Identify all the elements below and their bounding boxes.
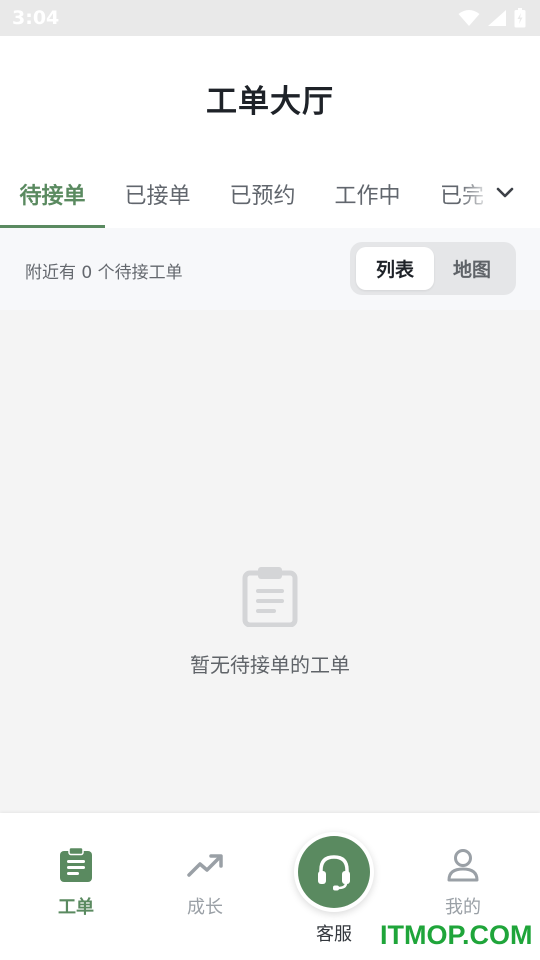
- tabs-expand-button[interactable]: [486, 174, 524, 212]
- clipboard-icon: [60, 847, 92, 882]
- trending-up-icon: [187, 854, 223, 877]
- page-title: 工单大厅: [206, 83, 334, 120]
- customer-service-button[interactable]: [294, 832, 374, 912]
- signal-icon: [488, 10, 506, 26]
- view-map-button[interactable]: 地图: [433, 247, 511, 290]
- nav-label: 成长: [187, 897, 223, 918]
- tab-reserved[interactable]: 已预约: [210, 160, 315, 228]
- customer-service-button-inner: [298, 836, 370, 908]
- nav-label: 工单: [58, 897, 94, 918]
- nav-profile[interactable]: 我的: [418, 847, 508, 919]
- empty-message: 暂无待接单的工单: [190, 653, 350, 677]
- tab-bar: 待接单 已接单 已预约 工作中 已完: [0, 160, 540, 228]
- nav-growth[interactable]: 成长: [160, 847, 250, 919]
- headset-icon: [318, 855, 350, 891]
- watermark-logo: ITMOP.COM: [380, 920, 533, 950]
- tab-accepted[interactable]: 已接单: [105, 160, 210, 228]
- battery-icon: [514, 8, 526, 28]
- tab-in-progress[interactable]: 工作中: [315, 160, 420, 228]
- wifi-icon: [458, 10, 480, 26]
- nav-work-orders[interactable]: 工单: [31, 847, 121, 919]
- user-icon: [447, 849, 479, 882]
- header: 工单大厅: [0, 36, 540, 160]
- clipboard-icon: [242, 567, 298, 627]
- chevron-down-icon: [496, 187, 514, 198]
- empty-state: 暂无待接单的工单: [0, 565, 540, 678]
- filter-bar: 附近有 0 个待接工单 列表 地图: [0, 228, 540, 310]
- status-time: 3:04: [12, 7, 60, 29]
- tab-pending[interactable]: 待接单: [0, 160, 105, 228]
- status-bar: 3:04: [0, 0, 540, 36]
- customer-service-label: 客服: [316, 924, 352, 945]
- view-toggle: 列表 地图: [350, 242, 516, 295]
- nav-label: 我的: [445, 897, 481, 918]
- status-icons: [458, 8, 526, 28]
- view-list-button[interactable]: 列表: [356, 247, 434, 290]
- nearby-count-text: 附近有 0 个待接工单: [25, 263, 183, 283]
